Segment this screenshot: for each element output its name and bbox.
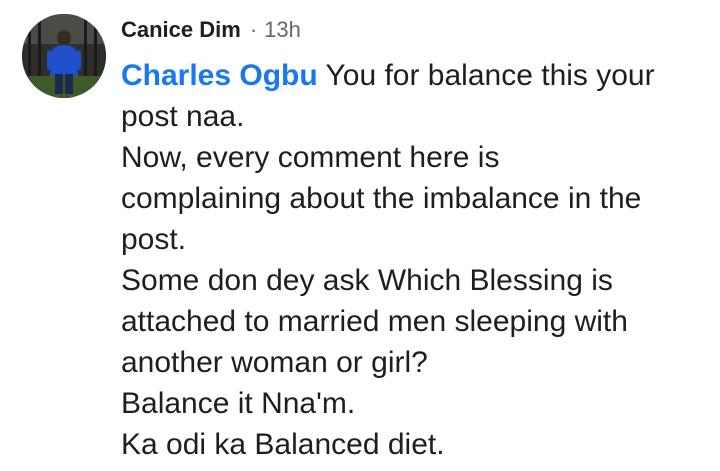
comment-line: post.	[121, 223, 187, 256]
avatar[interactable]	[22, 14, 106, 98]
comment-header: Canice Dim · 13h	[121, 14, 301, 46]
comment-body: Charles Ogbu You for balance this your p…	[121, 55, 701, 465]
comment-line: Ka odi ka Balanced diet.	[121, 428, 445, 461]
comment-line: Charles Ogbu You for balance this your	[121, 55, 701, 96]
comment-line: Some don dey ask Which Blessing is	[121, 264, 613, 297]
comment-line: complaining about the imbalance in the	[121, 182, 642, 215]
author-name[interactable]: Canice Dim	[121, 17, 241, 43]
comment-line: post naa.	[121, 100, 245, 133]
comment-line: Now, every comment here is	[121, 141, 500, 174]
comment-text: You for balance this your	[325, 59, 655, 92]
meta-separator: ·	[249, 17, 258, 42]
comment: Canice Dim · 13h Charles Ogbu You for ba…	[0, 0, 720, 471]
timestamp[interactable]: 13h	[264, 17, 301, 43]
mention-link[interactable]: Charles Ogbu	[121, 59, 318, 92]
comment-line: Balance it Nna'm.	[121, 387, 356, 420]
comment-line: another woman or girl?	[121, 346, 428, 379]
comment-line: attached to married men sleeping with	[121, 305, 628, 338]
profile-photo-icon	[22, 14, 106, 98]
